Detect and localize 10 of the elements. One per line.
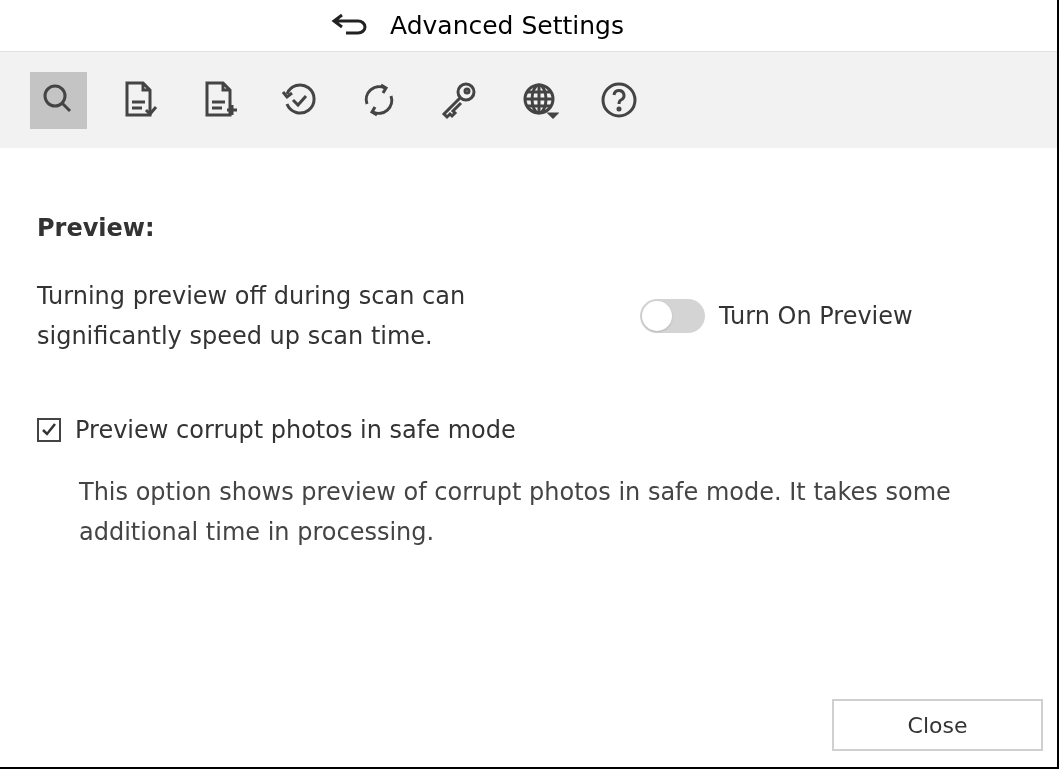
option-description: This option shows preview of corrupt photos in safe mode. It takes some additional time in processing. — [79, 477, 952, 548]
description-text: Turning preview off during scan can significantly speed up scan time. — [37, 281, 467, 352]
section-heading: Preview: — [37, 213, 156, 244]
close-button[interactable]: Close — [832, 699, 1043, 751]
toggle-label: Turn On Preview — [719, 301, 913, 332]
checkbox-label: Preview corrupt photos in safe mode — [75, 415, 516, 446]
window-title: Advanced Settings — [390, 9, 624, 42]
preview-toggle[interactable] — [640, 299, 705, 333]
search-icon[interactable] — [30, 71, 87, 129]
checkbox[interactable] — [37, 418, 61, 442]
